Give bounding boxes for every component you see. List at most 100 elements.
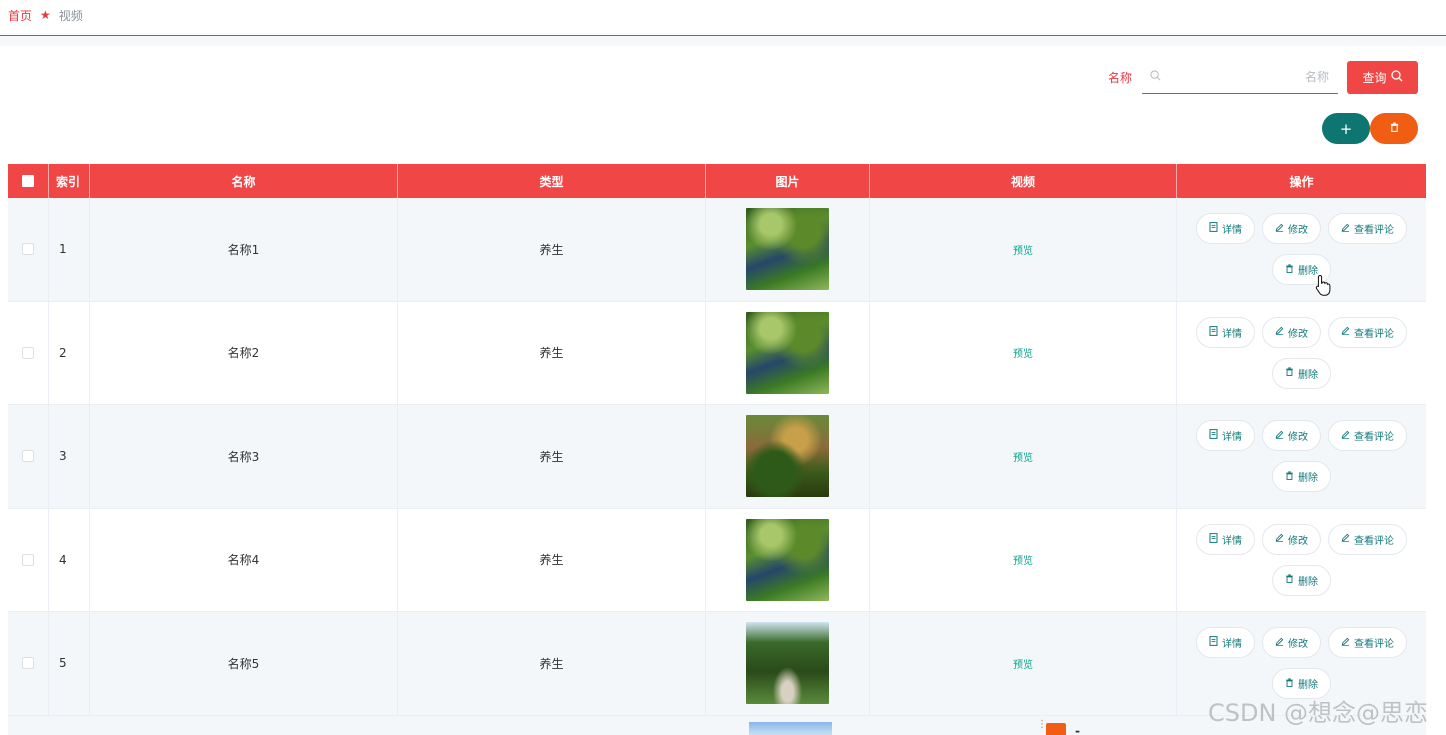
document-icon: [1209, 429, 1218, 442]
data-table: 索引 名称 类型 图片 视频 操作 1 名称1 养生 预览 详情 修改 查看评论 删除 2 名称2…: [8, 164, 1426, 716]
row-index: 5: [49, 612, 90, 715]
edit-button[interactable]: 修改: [1262, 316, 1321, 348]
table-body: 1 名称1 养生 预览 详情 修改 查看评论 删除 2 名称2 养生 预览 详情 修改 查看评论 删除 3 名称3…: [8, 198, 1426, 716]
row-thumbnail[interactable]: [746, 415, 829, 498]
trash-icon: [1285, 678, 1294, 690]
detail-button[interactable]: 详情: [1196, 420, 1255, 452]
row-checkbox[interactable]: [22, 243, 34, 256]
pencil-icon: [1275, 533, 1284, 545]
view-comments-button[interactable]: 查看评论: [1328, 420, 1407, 452]
detail-button[interactable]: 详情: [1196, 627, 1255, 659]
table-header: 索引 名称 类型 图片 视频 操作: [8, 164, 1426, 198]
view-comments-button-label: 查看评论: [1354, 225, 1394, 237]
pencil-icon: [1275, 637, 1284, 649]
row-type: 养生: [398, 198, 706, 301]
detail-button[interactable]: 详情: [1196, 316, 1255, 348]
row-checkbox[interactable]: [22, 450, 34, 463]
select-all-checkbox[interactable]: [22, 175, 34, 187]
pencil-icon: [1341, 637, 1350, 649]
pencil-icon: [1341, 223, 1350, 235]
delete-button[interactable]: 删除: [1272, 357, 1331, 389]
pencil-icon: [1341, 430, 1350, 442]
row-video-cell: 预览: [870, 508, 1177, 611]
row-image-cell: [706, 612, 870, 715]
search-icon: [1390, 70, 1403, 85]
header-index: 索引: [49, 164, 90, 198]
header-type: 类型: [398, 164, 706, 198]
table-row: 1 名称1 养生 预览 详情 修改 查看评论 删除: [8, 198, 1426, 302]
row-checkbox[interactable]: [22, 553, 34, 566]
trash-icon: [1285, 367, 1294, 379]
detail-button[interactable]: 详情: [1196, 523, 1255, 555]
view-comments-button[interactable]: 查看评论: [1328, 523, 1407, 555]
row-type: 养生: [398, 405, 706, 508]
row-image-cell: [706, 508, 870, 611]
header-video: 视频: [870, 164, 1177, 198]
search-input[interactable]: [1169, 69, 1329, 84]
detail-button-label: 详情: [1222, 639, 1242, 651]
search-icon: [1150, 69, 1161, 84]
row-video-cell: 预览: [870, 198, 1177, 301]
pencil-icon: [1275, 430, 1284, 442]
detail-button-label: 详情: [1222, 225, 1242, 237]
header-checkbox-cell: [8, 164, 49, 198]
minus-icon[interactable]: -: [1075, 724, 1080, 735]
detail-button-label: 详情: [1222, 535, 1242, 547]
row-video-cell: 预览: [870, 405, 1177, 508]
pencil-icon: [1275, 223, 1284, 235]
row-actions: 详情 修改 查看评论删除: [1177, 405, 1426, 508]
row-thumbnail[interactable]: [746, 208, 829, 291]
row-video-cell: 预览: [870, 301, 1177, 404]
row-checkbox[interactable]: [22, 657, 34, 670]
video-preview-link[interactable]: 预览: [1013, 656, 1033, 671]
row-thumbnail: [749, 722, 832, 735]
app-badge-icon: [1046, 723, 1066, 735]
delete-button-label: 删除: [1298, 369, 1318, 381]
detail-button[interactable]: 详情: [1196, 213, 1255, 245]
view-comments-button-label: 查看评论: [1354, 639, 1394, 651]
breadcrumb-home[interactable]: 首页: [8, 7, 32, 24]
video-preview-link[interactable]: 预览: [1013, 449, 1033, 464]
query-button[interactable]: 查询: [1347, 61, 1418, 94]
edit-button[interactable]: 修改: [1262, 627, 1321, 659]
row-thumbnail[interactable]: [746, 518, 829, 601]
edit-button-label: 修改: [1288, 639, 1308, 651]
edit-button-label: 修改: [1288, 225, 1308, 237]
row-checkbox-cell: [8, 301, 49, 404]
batch-delete-button[interactable]: [1370, 113, 1418, 144]
row-checkbox-cell: [8, 198, 49, 301]
row-checkbox[interactable]: [22, 346, 34, 359]
edit-button[interactable]: 修改: [1262, 213, 1321, 245]
video-preview-link[interactable]: 预览: [1013, 552, 1033, 567]
edit-button[interactable]: 修改: [1262, 523, 1321, 555]
add-button[interactable]: +: [1322, 113, 1370, 144]
row-name: 名称1: [90, 198, 398, 301]
row-thumbnail[interactable]: [746, 311, 829, 394]
header-name: 名称: [90, 164, 398, 198]
row-actions: 详情 修改 查看评论 删除: [1177, 198, 1426, 301]
detail-button-label: 详情: [1222, 328, 1242, 340]
row-type: 养生: [398, 301, 706, 404]
row-name: 名称4: [90, 508, 398, 611]
view-comments-button[interactable]: 查看评论: [1328, 627, 1407, 659]
plus-icon: +: [1339, 119, 1353, 138]
video-preview-link[interactable]: 预览: [1013, 345, 1033, 360]
trash-icon: [1390, 122, 1399, 135]
star-icon: ★: [40, 8, 51, 22]
view-comments-button[interactable]: 查看评论: [1328, 213, 1407, 245]
row-index: 4: [49, 508, 90, 611]
hand-cursor-icon: [1315, 274, 1331, 296]
video-preview-link[interactable]: 预览: [1013, 242, 1033, 257]
edit-button[interactable]: 修改: [1262, 420, 1321, 452]
pencil-icon: [1341, 326, 1350, 338]
row-index: 2: [49, 301, 90, 404]
view-comments-button[interactable]: 查看评论: [1328, 316, 1407, 348]
trash-icon: [1285, 574, 1294, 586]
header-actions: 操作: [1289, 174, 1314, 189]
delete-button[interactable]: 删除: [1272, 564, 1331, 596]
row-type: 养生: [398, 508, 706, 611]
table-row: 4 名称4 养生 预览 详情 修改 查看评论删除: [8, 508, 1426, 612]
pencil-icon: [1341, 533, 1350, 545]
delete-button[interactable]: 删除: [1272, 461, 1331, 493]
row-thumbnail[interactable]: [746, 622, 829, 705]
